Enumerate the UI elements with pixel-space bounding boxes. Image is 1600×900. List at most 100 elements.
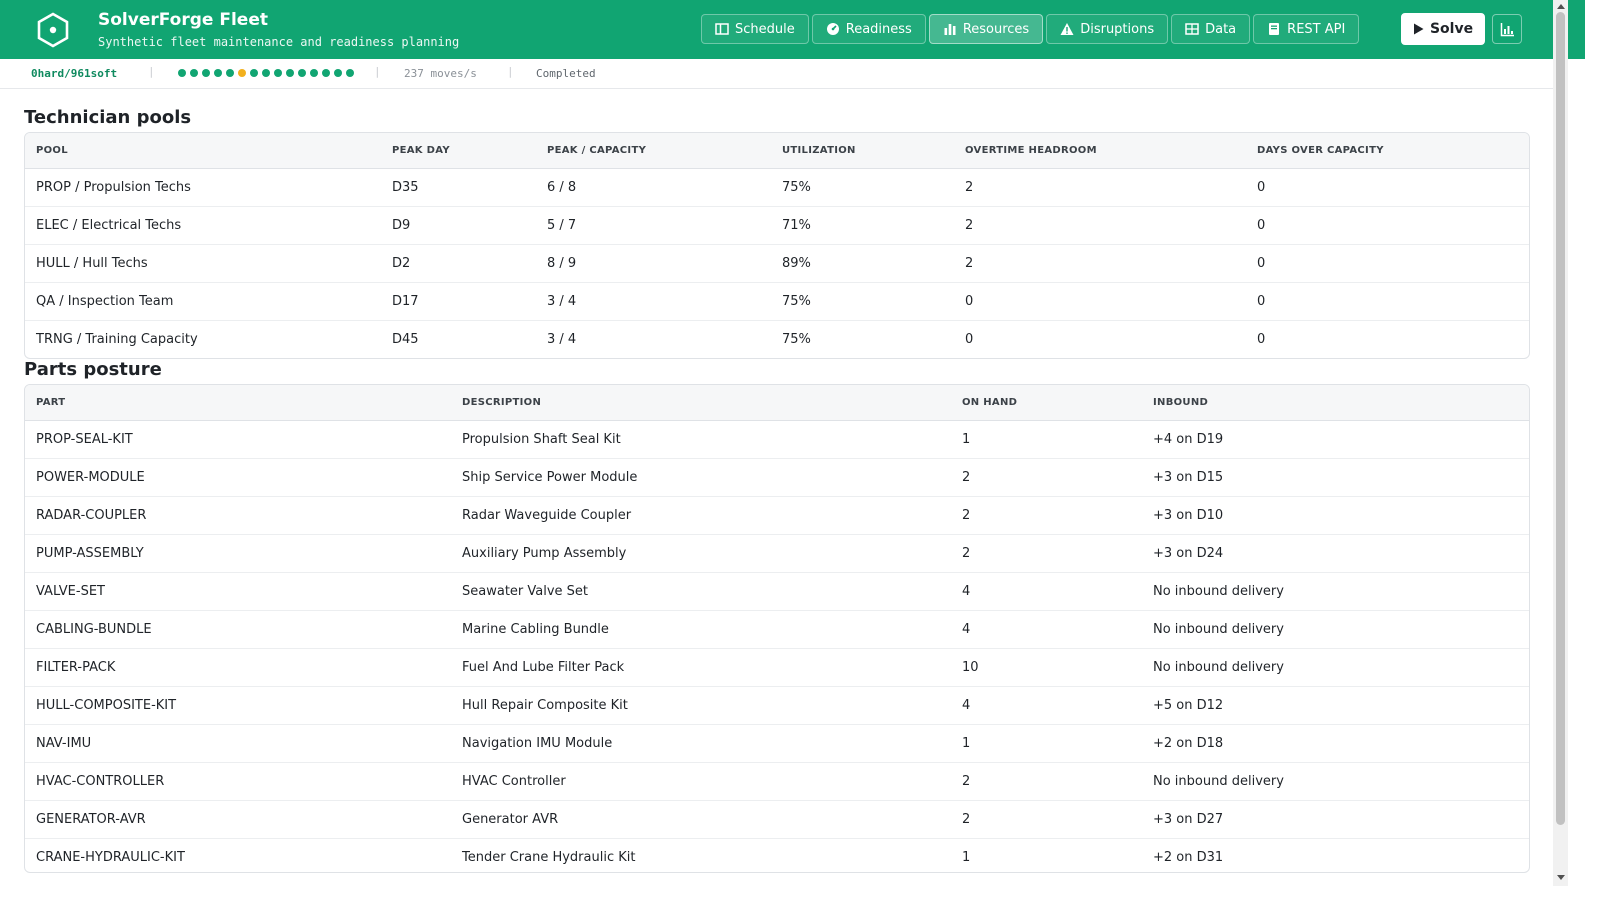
pool-cell: 6 / 8	[536, 168, 771, 207]
pool-cell: 2	[954, 206, 1246, 245]
part-cell: 4	[951, 610, 1142, 649]
score-readout: 0hard/961soft	[31, 67, 118, 80]
pool-cell: 3 / 4	[536, 282, 771, 321]
part-cell: +3 on D24	[1142, 534, 1529, 573]
part-cell: Seawater Valve Set	[451, 572, 951, 611]
part-cell: CABLING-BUNDLE	[25, 610, 451, 649]
pool-cell: 75%	[782, 331, 811, 347]
pool-column-header: PEAK DAY	[381, 133, 536, 169]
pool-cell: 75%	[771, 282, 954, 321]
progress-dot	[214, 69, 222, 77]
nav-disruptions-button[interactable]: Disruptions	[1046, 14, 1169, 44]
pool-cell: 89%	[771, 244, 954, 283]
progress-dot	[334, 69, 342, 77]
play-icon	[1413, 23, 1424, 35]
part-cell: +3 on D10	[1142, 496, 1529, 535]
part-cell: HVAC-CONTROLLER	[25, 762, 451, 801]
part-cell: POWER-MODULE	[25, 458, 451, 497]
part-table-row: PROP-SEAL-KIT Propulsion Shaft Seal Kit 1 +…	[25, 420, 1529, 459]
pool-column-header: POOL	[25, 133, 381, 169]
part-table-row: PUMP-ASSEMBLY Auxiliary Pump Assembly 2 +3 …	[25, 534, 1529, 573]
pool-cell: 0	[1246, 168, 1529, 207]
part-cell: 10	[951, 648, 1142, 687]
pool-cell: D45	[392, 331, 419, 347]
progress-dot	[190, 69, 198, 77]
pool-table-row: QA / Inspection Team D17 3 / 4 75% 0 0	[25, 282, 1529, 321]
part-cell: Generator AVR	[451, 800, 951, 839]
app-subtitle: Synthetic fleet maintenance and readines…	[98, 35, 460, 49]
part-cell: 2	[951, 762, 1142, 801]
part-table-row: NAV-IMU Navigation IMU Module 1 +2 on D18	[25, 724, 1529, 763]
part-cell: +5 on D12	[1142, 686, 1529, 725]
part-cell: Radar Waveguide Coupler	[451, 496, 951, 535]
progress-dot	[346, 69, 354, 77]
progress-dot	[298, 69, 306, 77]
warning-icon	[1060, 23, 1074, 35]
solve-label: Solve	[1429, 21, 1474, 37]
pool-column-header: PEAK / CAPACITY	[536, 133, 771, 169]
progress-dot	[262, 69, 270, 77]
part-cell: Auxiliary Pump Assembly	[451, 534, 951, 573]
part-cell: Ship Service Power Module	[451, 458, 951, 497]
scroll-up-arrow-icon[interactable]	[1555, 1, 1566, 11]
part-cell: Navigation IMU Module	[451, 724, 951, 763]
progress-dots	[178, 69, 354, 77]
part-cell: 2	[951, 534, 1142, 573]
analysis-button[interactable]	[1492, 14, 1522, 44]
nav-data-label: Data	[1205, 21, 1237, 37]
solver-status-bar: 0hard/961soft | | 237 moves/s | Complete…	[0, 59, 1553, 89]
main-nav: Schedule Readiness Resources Disruptions…	[701, 14, 1360, 44]
scrollbar-thumb[interactable]	[1556, 12, 1565, 825]
pool-cell: ELEC / Electrical Techs	[25, 206, 381, 245]
part-table-row: RADAR-COUPLER Radar Waveguide Coupler 2 +3 …	[25, 496, 1529, 535]
part-cell: GENERATOR-AVR	[25, 800, 451, 839]
solve-button[interactable]: Solve	[1401, 13, 1485, 45]
pool-column-header: DAYS OVER CAPACITY	[1246, 133, 1529, 169]
part-cell: +4 on D19	[1142, 420, 1529, 459]
part-cell: 1	[951, 724, 1142, 763]
pool-cell: D9	[381, 206, 536, 245]
part-cell: 2	[951, 458, 1142, 497]
part-cell: +3 on D27	[1142, 800, 1529, 839]
pool-cell: 0	[965, 331, 974, 347]
pool-cell: PROP / Propulsion Techs	[25, 168, 381, 207]
part-cell: Fuel And Lube Filter Pack	[451, 648, 951, 687]
progress-dot	[274, 69, 282, 77]
progress-dot	[322, 69, 330, 77]
nav-disruptions-label: Disruptions	[1080, 21, 1155, 37]
part-cell: Marine Cabling Bundle	[451, 610, 951, 649]
part-column-header: DESCRIPTION	[451, 385, 951, 421]
part-table-row: FILTER-PACK Fuel And Lube Filter Pack 10 No…	[25, 648, 1529, 687]
progress-dot	[178, 69, 186, 77]
part-cell: Hull Repair Composite Kit	[451, 686, 951, 725]
part-table-row: VALVE-SET Seawater Valve Set 4 No inbound d…	[25, 572, 1529, 611]
bar-chart-icon	[944, 24, 956, 35]
part-column-header: PART	[25, 385, 451, 421]
nav-resources-label: Resources	[962, 21, 1030, 37]
pool-cell: 0	[1246, 282, 1529, 321]
nav-rest-api-button[interactable]: REST API	[1253, 14, 1360, 44]
part-column-header: INBOUND	[1142, 385, 1529, 421]
part-cell: 2	[951, 800, 1142, 839]
scroll-down-arrow-icon[interactable]	[1555, 872, 1566, 882]
part-cell: +3 on D15	[1142, 458, 1529, 497]
parts-posture-title: Parts posture	[24, 359, 162, 380]
nav-data-button[interactable]: Data	[1171, 14, 1251, 44]
moves-per-second: 237 moves/s	[404, 67, 477, 80]
nav-readiness-label: Readiness	[845, 21, 912, 37]
divider: |	[374, 65, 381, 78]
app-header: SolverForge Fleet Synthetic fleet mainte…	[0, 0, 1585, 59]
part-cell: NAV-IMU	[25, 724, 451, 763]
part-cell: PROP-SEAL-KIT	[25, 420, 451, 459]
pool-cell: 0	[954, 282, 1246, 321]
nav-rest-api-label: REST API	[1287, 21, 1346, 37]
part-cell: No inbound delivery	[1142, 762, 1529, 801]
part-cell: 4	[951, 686, 1142, 725]
nav-resources-button[interactable]: Resources	[928, 14, 1044, 44]
pool-cell: 0	[1246, 244, 1529, 283]
pool-table-row: ELEC / Electrical Techs D9 5 / 7 71% 2 0	[25, 206, 1529, 245]
nav-schedule-button[interactable]: Schedule	[701, 14, 809, 44]
progress-dot	[226, 69, 234, 77]
nav-readiness-button[interactable]: Readiness	[811, 14, 926, 44]
progress-dot	[310, 69, 318, 77]
